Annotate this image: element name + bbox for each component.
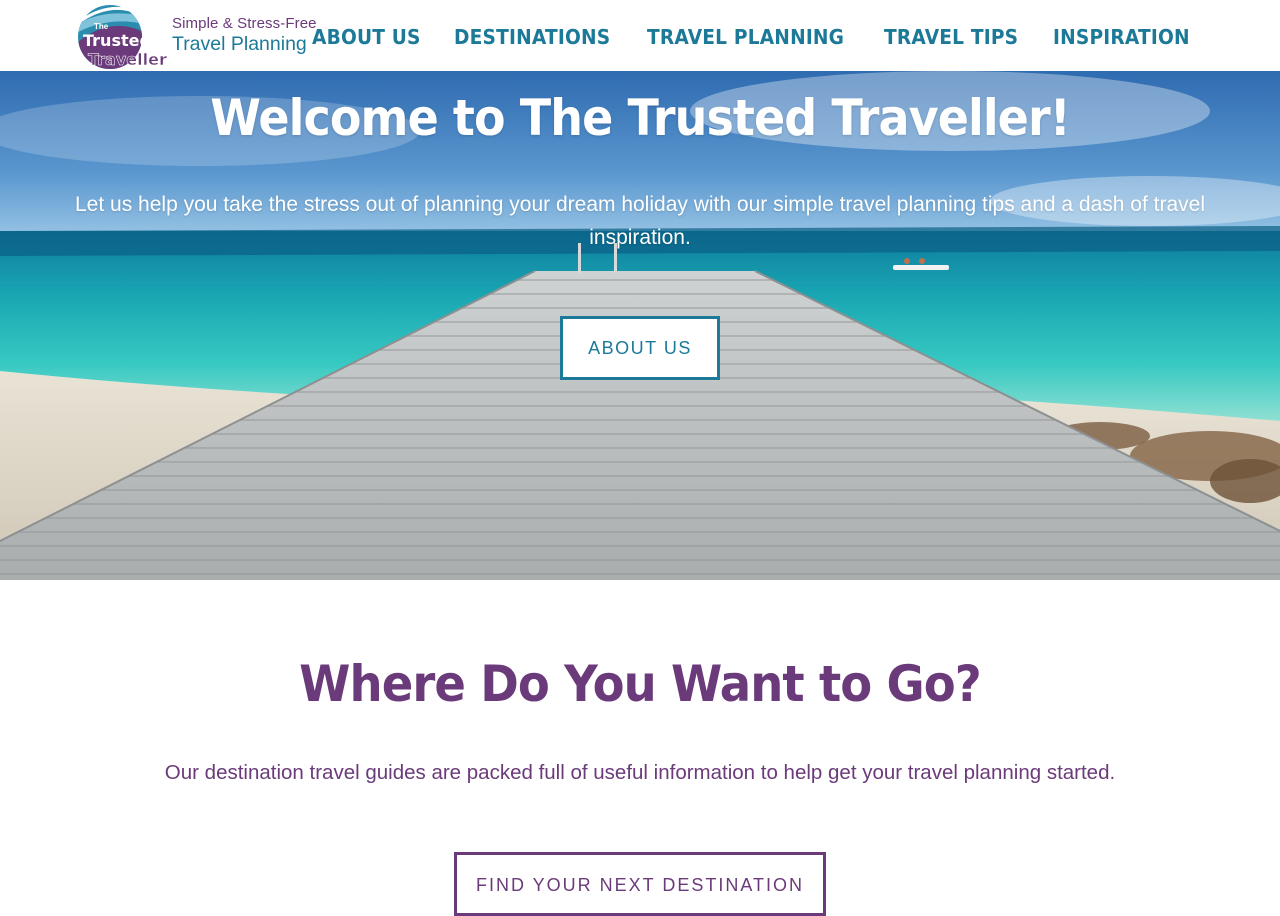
nav-item-travel-tips[interactable]: TRAVEL TIPS: [884, 22, 1018, 52]
main-nav: ABOUT US DESTINATIONS TRAVEL PLANNING TR…: [312, 22, 1200, 52]
logo-mark-small: The: [94, 22, 109, 31]
logo-mark-line2: Traveller: [88, 50, 167, 69]
find-destination-button[interactable]: FIND YOUR NEXT DESTINATION: [454, 852, 826, 916]
nav-item-about-us[interactable]: ABOUT US: [312, 22, 421, 52]
hero-section: Welcome to The Trusted Traveller! Let us…: [0, 71, 1280, 580]
logo-mark-line1: Trusted: [83, 31, 151, 50]
logo-tagline-line1: Simple & Stress-Free: [172, 15, 317, 32]
site-logo[interactable]: The Trusted Traveller Simple & Stress-Fr…: [74, 2, 324, 70]
site-header: The Trusted Traveller Simple & Stress-Fr…: [0, 0, 1280, 71]
nav-item-destinations[interactable]: DESTINATIONS: [454, 22, 610, 52]
destinations-subtitle: Our destination travel guides are packed…: [164, 761, 1116, 784]
nav-item-inspiration[interactable]: INSPIRATION: [1053, 22, 1190, 52]
logo-mark-icon: The Trusted Traveller: [78, 5, 167, 69]
nav-item-travel-planning[interactable]: TRAVEL PLANNING: [647, 22, 844, 52]
logo-tagline-amp: &: [222, 15, 233, 32]
hero-title: Welcome to The Trusted Traveller!: [210, 89, 1070, 147]
about-us-button[interactable]: ABOUT US: [560, 316, 720, 380]
destinations-title: Where Do You Want to Go?: [299, 655, 982, 713]
logo-tagline-part1: Simple: [172, 15, 219, 32]
logo-tagline-line2: Travel Planning: [172, 33, 307, 55]
hero-subtitle: Let us help you take the stress out of p…: [75, 193, 1205, 249]
logo-tagline-part2: Stress-Free: [237, 15, 317, 32]
